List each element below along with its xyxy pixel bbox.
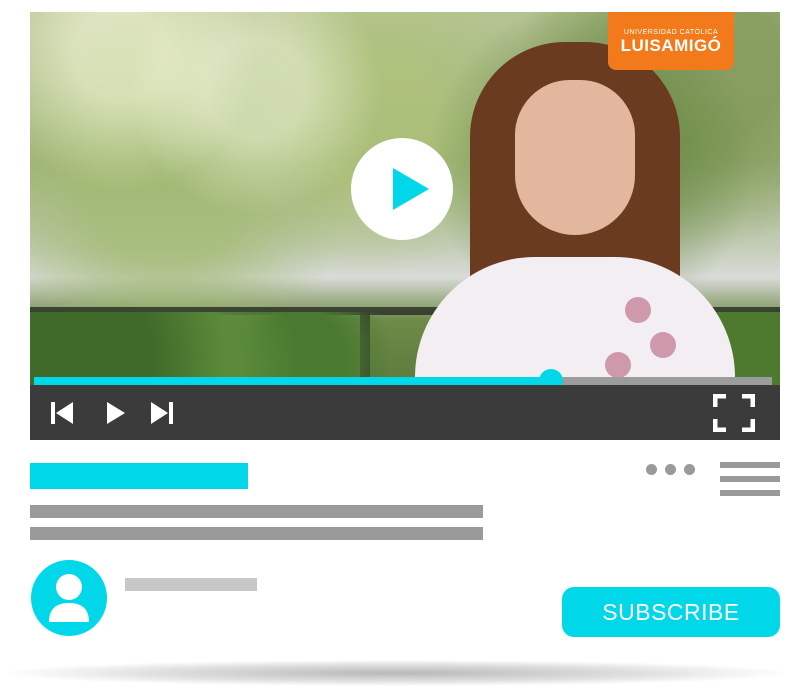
channel-name-placeholder [125, 578, 257, 591]
control-bar [30, 385, 780, 440]
progress-track[interactable] [34, 377, 772, 385]
shirt-flower [625, 297, 651, 323]
menu-icon-line [720, 490, 780, 496]
skip-previous-icon [51, 401, 73, 424]
play-icon [393, 168, 429, 210]
fullscreen-icon [713, 393, 755, 432]
more-horizontal-icon-dot [646, 463, 657, 475]
presenter-face [515, 80, 635, 235]
next-button[interactable] [144, 385, 180, 440]
more-options-button[interactable] [646, 461, 700, 477]
presenter-shirt [415, 257, 735, 397]
play-icon [107, 401, 125, 424]
more-horizontal-icon-dot [665, 463, 676, 475]
menu-icon-line [720, 462, 780, 468]
menu-icon-line [720, 476, 780, 482]
university-logo: UNIVERSIDAD CATÓLICA LUISAMIGÓ [608, 12, 734, 70]
more-horizontal-icon-dot [684, 463, 695, 475]
progress-fill [34, 377, 551, 385]
video-player[interactable]: UNIVERSIDAD CATÓLICA LUISAMIGÓ [30, 12, 780, 440]
shirt-flower [650, 332, 676, 358]
shirt-flower [605, 352, 631, 378]
fullscreen-button[interactable] [710, 385, 758, 440]
center-play-button[interactable] [351, 138, 453, 240]
video-presenter [415, 42, 735, 397]
subscribe-button[interactable]: SUBSCRIBE [562, 587, 780, 637]
menu-icon[interactable] [720, 462, 780, 496]
logo-line-2: LUISAMIGÓ [620, 35, 722, 55]
previous-button[interactable] [44, 385, 80, 440]
skip-next-icon [151, 401, 173, 424]
user-avatar-icon [49, 574, 89, 622]
video-card: UNIVERSIDAD CATÓLICA LUISAMIGÓ SUBSCRIBE [0, 0, 793, 694]
channel-avatar[interactable] [31, 560, 107, 636]
card-shadow [8, 660, 785, 686]
description-line-2-placeholder [30, 527, 483, 540]
video-title-placeholder [30, 463, 248, 489]
play-button[interactable] [98, 385, 134, 440]
description-line-1-placeholder [30, 505, 483, 518]
